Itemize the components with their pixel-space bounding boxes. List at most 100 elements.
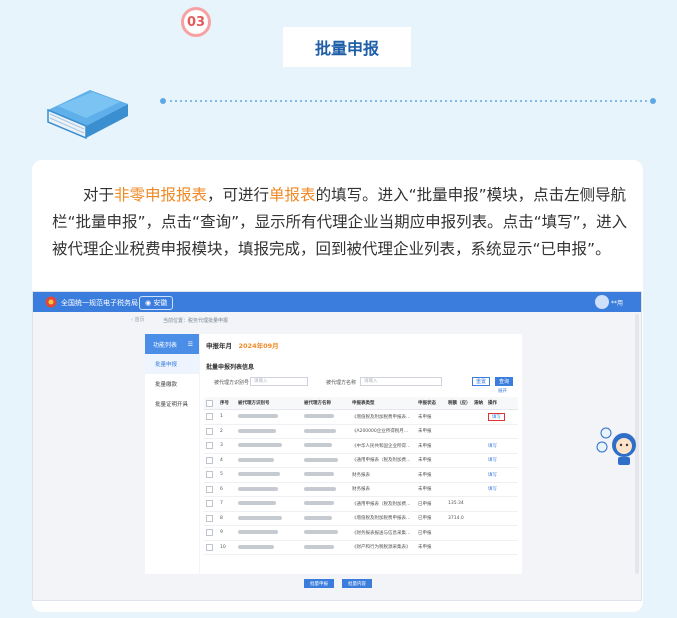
table-row: 6 财务报表 未申报 填写 xyxy=(204,482,518,497)
batch-declare-button[interactable]: 批量申报 xyxy=(304,579,334,588)
fill-link[interactable]: 填写 xyxy=(488,458,497,463)
declare-status: 未申报 xyxy=(416,467,446,483)
table-row: 3 《中华人民共和国企业所得… 未申报 填写 xyxy=(204,438,518,454)
masked-company-name xyxy=(304,515,332,520)
declare-status: 已申报 xyxy=(416,496,446,512)
form-type: 《财务报表报送与信息采集… xyxy=(350,525,416,541)
row-number: 6 xyxy=(218,482,236,497)
row-number: 9 xyxy=(218,525,236,541)
sidebar-item-batch-certificate[interactable]: 批量证明开具 xyxy=(145,394,199,414)
row-checkbox[interactable] xyxy=(206,529,213,537)
row-checkbox[interactable] xyxy=(206,456,213,464)
select-all-checkbox[interactable] xyxy=(206,399,213,407)
tax-id-label: 被代理方识别号 xyxy=(214,380,250,386)
site-name: 全国统一规范电子税务局 xyxy=(61,299,138,307)
declare-status: 已申报 xyxy=(416,511,446,526)
masked-tax-id xyxy=(238,472,280,476)
row-checkbox[interactable] xyxy=(206,514,213,522)
row-checkbox[interactable] xyxy=(206,413,213,421)
masked-company-name xyxy=(304,544,334,549)
masked-company-name xyxy=(304,457,338,462)
row-checkbox[interactable] xyxy=(206,485,213,493)
column-header-name: 被代理方名称 xyxy=(302,397,350,410)
masked-company-name xyxy=(304,530,338,534)
masked-tax-id xyxy=(238,515,282,520)
row-checkbox[interactable] xyxy=(206,500,213,508)
declare-table: 序号 被代理方识别号 被代理方名称 申报表类型 申报状态 税额（应） 滞纳 操作… xyxy=(204,397,518,555)
sidebar-item-batch-declare[interactable]: 批量申报 xyxy=(145,354,199,374)
row-number: 8 xyxy=(218,511,236,526)
form-type: 财务报表 xyxy=(350,482,416,497)
sidebar-item-batch-payment[interactable]: 批量缴款 xyxy=(145,374,199,394)
row-number: 10 xyxy=(218,540,236,555)
row-checkbox[interactable] xyxy=(206,442,213,450)
row-checkbox[interactable] xyxy=(206,471,213,479)
row-number: 1 xyxy=(218,409,236,425)
query-button[interactable]: 查询 xyxy=(495,377,513,386)
section-title: 批量申报 xyxy=(283,27,411,67)
book-icon xyxy=(47,90,128,140)
form-type: 《通用申报表（税及附加费… xyxy=(350,453,416,468)
region-selector[interactable]: ◉ 安徽 xyxy=(139,296,174,310)
row-number: 2 xyxy=(218,424,236,439)
masked-tax-id xyxy=(238,501,276,505)
user-avatar[interactable] xyxy=(595,295,609,309)
breadcrumb-home-label: 首页 xyxy=(134,317,145,323)
form-type: 《财产和行为税税源采集表》 xyxy=(350,540,416,555)
row-number: 4 xyxy=(218,453,236,468)
company-name-input[interactable]: 请输入 xyxy=(360,377,442,386)
row-number: 7 xyxy=(218,496,236,512)
table-header-row: 序号 被代理方识别号 被代理方名称 申报表类型 申报状态 税额（应） 滞纳 操作 xyxy=(204,397,518,410)
row-number: 3 xyxy=(218,438,236,454)
batch-content-button[interactable]: 批量内容 xyxy=(342,579,372,588)
column-header-form-type: 申报表类型 xyxy=(350,397,416,410)
declare-status: 未申报 xyxy=(416,424,446,439)
company-name-label: 被代理方名称 xyxy=(326,380,357,386)
reset-button[interactable]: 重置 xyxy=(472,377,490,386)
declare-status: 未申报 xyxy=(416,409,446,425)
declare-status: 未申报 xyxy=(416,482,446,497)
highlight-nonzero-report: 非零申报报表 xyxy=(114,186,208,204)
declare-status: 已申报 xyxy=(416,525,446,541)
table-row: 5 财务报表 未申报 填写 xyxy=(204,467,518,483)
fill-button-highlighted[interactable]: 填写 xyxy=(488,412,505,421)
dotted-divider xyxy=(160,98,656,104)
row-checkbox[interactable] xyxy=(206,427,213,435)
masked-tax-id xyxy=(238,544,274,549)
form-type: 《A200000企业所得税月… xyxy=(350,424,416,439)
masked-tax-id xyxy=(238,443,282,447)
form-type: 《通用申报表（税及附加费… xyxy=(350,496,416,512)
masked-company-name xyxy=(304,428,336,433)
paragraph-text-2: ，可进行 xyxy=(207,186,270,204)
column-header-action: 操作 xyxy=(486,397,518,410)
tax-id-input[interactable]: 请输入 xyxy=(250,377,308,386)
form-type: 《中华人民共和国企业所得… xyxy=(350,438,416,454)
tax-amount xyxy=(446,525,472,541)
user-name[interactable]: **用 xyxy=(611,298,623,307)
tax-amount xyxy=(446,424,472,439)
tax-amount: 135.34 xyxy=(446,496,472,512)
tax-amount xyxy=(446,482,472,497)
declare-status: 未申报 xyxy=(416,438,446,454)
paragraph-text-1: 对于 xyxy=(83,186,115,204)
masked-company-name xyxy=(304,472,334,476)
expand-link[interactable]: 展开 xyxy=(498,388,507,394)
function-sidebar: 功能列表 ☰ 批量申报 批量缴款 批量证明开具 xyxy=(145,334,199,574)
declare-period: 申报年月 2024年09月 xyxy=(206,340,279,350)
table-row: 2 《A200000企业所得税月… 未申报 xyxy=(204,424,518,439)
column-header-no: 序号 xyxy=(218,397,236,410)
masked-tax-id xyxy=(238,486,278,491)
fill-link[interactable]: 填写 xyxy=(488,487,497,492)
tax-amount: 3714.0 xyxy=(446,511,472,526)
period-label: 申报年月 xyxy=(206,342,232,350)
tax-amount xyxy=(446,438,472,454)
menu-icon[interactable]: ☰ xyxy=(188,341,193,348)
fill-link[interactable]: 填写 xyxy=(488,473,497,478)
masked-tax-id xyxy=(238,428,276,433)
row-checkbox[interactable] xyxy=(206,543,213,551)
fill-link[interactable]: 填写 xyxy=(488,444,497,449)
fill-link-label: 填写 xyxy=(492,414,501,420)
table-row: 7 《通用申报表（税及附加费… 已申报 135.34 xyxy=(204,496,518,512)
tax-mascot-icon xyxy=(596,427,636,465)
breadcrumb-home[interactable]: ‹ 首页 xyxy=(131,316,145,323)
